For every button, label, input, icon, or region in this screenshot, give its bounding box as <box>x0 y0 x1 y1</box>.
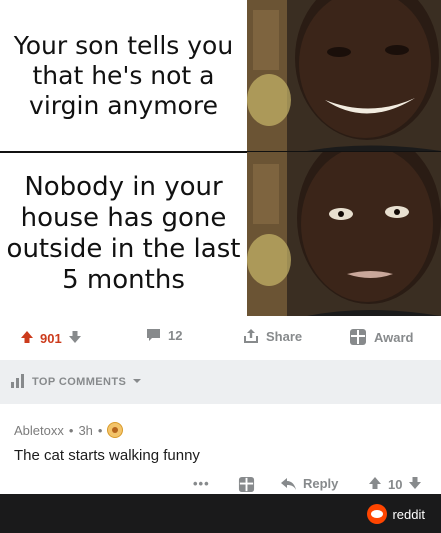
more-options-button[interactable]: ••• <box>193 476 210 491</box>
reply-button[interactable]: Reply <box>280 476 338 491</box>
award-button[interactable]: Award <box>349 328 414 346</box>
meme-caption-top: Your son tells you that he's not a virgi… <box>13 30 234 120</box>
comment-time: 3h <box>78 422 93 438</box>
comment-action-bar: ••• Reply 10 <box>0 474 441 494</box>
gift-icon <box>349 328 367 346</box>
meme-panel-top: Your son tells you that he's not a virgi… <box>0 0 441 151</box>
gift-icon <box>238 476 255 493</box>
comment-sort-bar[interactable]: TOP COMMENTS <box>0 360 441 404</box>
vote-widget: 901 <box>20 330 82 347</box>
comment-award-button[interactable] <box>238 476 255 493</box>
upvote-count: 901 <box>40 331 62 346</box>
meta-separator-2: • <box>97 422 103 438</box>
meme-image: Your son tells you that he's not a virgi… <box>0 0 441 316</box>
reddit-wordmark: reddit <box>392 506 425 522</box>
comment-count: 12 <box>168 328 183 343</box>
upvote-arrow-icon[interactable] <box>20 330 34 347</box>
downvote-arrow-icon[interactable] <box>68 330 82 347</box>
meme-caption-bottom: Nobody in your house has gone outside in… <box>6 172 241 295</box>
comment-body: The cat starts walking funny <box>14 447 200 464</box>
meta-separator: • <box>68 422 74 438</box>
award-label: Award <box>374 329 414 345</box>
comment-author[interactable]: Abletoxx <box>14 423 64 438</box>
reply-label: Reply <box>303 476 339 491</box>
meme-panel-bottom: Nobody in your house has gone outside in… <box>0 152 441 316</box>
award-badge-icon <box>107 422 124 438</box>
share-button[interactable]: Share <box>243 328 302 344</box>
comment-vote-widget: 10 <box>368 476 422 493</box>
downvote-arrow-icon[interactable] <box>408 476 422 493</box>
footer-bar: reddit <box>0 494 441 533</box>
share-label: Share <box>266 328 303 344</box>
post-action-bar: 901 12 Share Award <box>0 316 441 360</box>
comment-bubble-icon <box>146 328 161 343</box>
chevron-down-icon <box>132 376 142 389</box>
reply-arrow-icon <box>281 477 296 490</box>
reddit-logo-icon <box>367 504 388 524</box>
reddit-branding: reddit <box>367 504 425 524</box>
comment: Abletoxx • 3h • The cat starts walking f… <box>0 404 441 494</box>
sort-label: TOP COMMENTS <box>32 376 127 388</box>
comments-button[interactable]: 12 <box>146 328 182 343</box>
share-icon <box>243 328 259 344</box>
meme-photo-disappointed <box>247 152 441 316</box>
sort-bars-icon <box>10 373 26 392</box>
comment-meta: Abletoxx • 3h • <box>14 422 124 438</box>
upvote-arrow-icon[interactable] <box>368 476 382 493</box>
comment-vote-count: 10 <box>388 477 403 492</box>
meme-photo-happy <box>247 0 441 151</box>
